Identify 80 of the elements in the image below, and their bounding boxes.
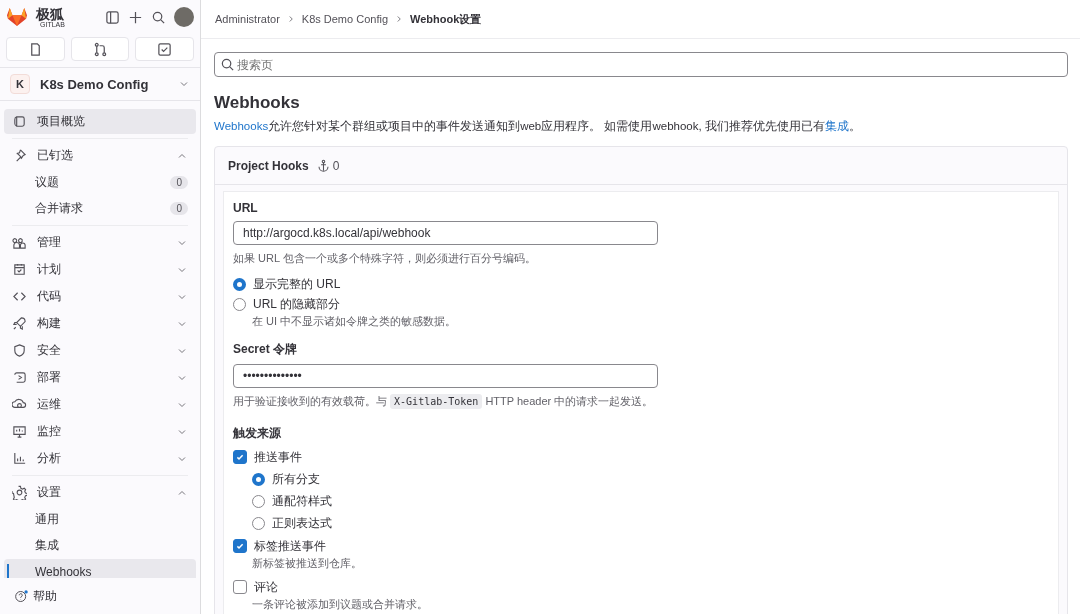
option-label: 所有分支	[272, 470, 320, 488]
checkbox[interactable]	[233, 539, 247, 553]
field-label: URL	[233, 201, 258, 215]
search-icon[interactable]	[151, 9, 166, 25]
help-text: 一条评论被添加到议题或合并请求。	[252, 597, 428, 612]
count-badge: 0	[170, 202, 188, 215]
nav-item[interactable]: 计划	[4, 257, 196, 282]
card-title: Project Hooks	[228, 158, 309, 173]
page-description: Webhooks允许您针对某个群组或项目中的事件发送通知到web应用程序。 如需使用webhook, 我们推荐优先使用已有集成。	[214, 119, 862, 134]
nav-item[interactable]: 监控	[4, 419, 196, 444]
breadcrumb-link[interactable]: K8s Demo Config	[301, 13, 388, 25]
project-avatar: K	[10, 74, 30, 94]
search-field[interactable]: 搜索页	[214, 52, 1068, 77]
avatar[interactable]	[174, 7, 194, 27]
checkbox[interactable]	[233, 580, 247, 594]
secret-input-field[interactable]: ••••••••••••••	[233, 364, 658, 388]
deploy-icon	[12, 370, 27, 385]
sidebar-toggle-icon[interactable]	[105, 9, 120, 25]
overview-icon	[12, 114, 27, 129]
nav-item[interactable]: 分析	[4, 446, 196, 471]
help-text: 在 UI 中不显示诸如令牌之类的敏感数据。	[252, 314, 457, 329]
help-text: 如果 URL 包含一个或多个特殊字符，则必须进行百分号编码。	[233, 251, 536, 266]
fox-logo-icon[interactable]	[6, 7, 28, 27]
nav-subitem[interactable]: Webhooks	[4, 559, 196, 578]
merge-request-icon	[92, 41, 108, 57]
hook-count: 0	[332, 158, 340, 173]
url-input-field[interactable]: http://argocd.k8s.local/api/webhook	[233, 221, 658, 245]
search-icon	[220, 57, 235, 72]
help-icon	[14, 588, 29, 604]
option-label: 评论	[254, 578, 278, 596]
chart-icon	[12, 451, 27, 466]
nav-subitem[interactable]: 议题 0	[4, 170, 196, 195]
option-label: 显示完整的 URL	[253, 275, 341, 293]
radio-button[interactable]	[233, 277, 246, 291]
anchor-icon	[316, 159, 330, 172]
section-label: 触发来源	[233, 425, 281, 442]
plus-icon[interactable]	[128, 9, 143, 25]
help-text: 新标签被推送到仓库。	[252, 556, 362, 571]
nav-subitem[interactable]: 通用	[4, 507, 196, 532]
brand-name: 极狐	[36, 6, 64, 21]
nav-subitem[interactable]: 合并请求 0	[4, 196, 196, 221]
nav-item[interactable]: 安全	[4, 338, 196, 363]
help-button[interactable]: 帮助	[0, 578, 200, 614]
nav-subitem[interactable]: 集成	[4, 533, 196, 558]
option-label: 推送事件	[254, 448, 302, 466]
checkbox[interactable]	[233, 450, 247, 464]
nav-item[interactable]: 代码	[4, 284, 196, 309]
merge-requests-button[interactable]	[70, 37, 130, 61]
nav-item[interactable]: 管理	[4, 230, 196, 255]
option-label: 正则表达式	[272, 514, 332, 532]
issues-button[interactable]	[6, 37, 65, 61]
shield-icon	[12, 343, 27, 358]
option-label: URL 的隐藏部分	[253, 295, 340, 313]
count-badge: 0	[170, 176, 188, 189]
breadcrumb-link[interactable]: Administrator	[215, 13, 280, 25]
users-icon	[12, 235, 27, 250]
nav-item[interactable]: 构建	[4, 311, 196, 336]
monitor-icon	[12, 424, 27, 439]
nav-item[interactable]: 部署	[4, 365, 196, 390]
radio-button[interactable]	[233, 297, 246, 311]
calendar-icon	[12, 262, 27, 277]
radio-button[interactable]	[252, 516, 265, 530]
nav-item[interactable]: 已钉选	[4, 143, 196, 168]
todo-button[interactable]	[135, 37, 194, 61]
nav-item[interactable]: 项目概览	[4, 109, 196, 134]
help-text: 用于验证接收到的有效载荷。与 X-Gitlab-Token HTTP header 中的请求一起发送。	[233, 394, 654, 409]
option-label: 标签推送事件	[254, 537, 326, 555]
link[interactable]: Webhooks	[214, 120, 269, 132]
field-label: Secret 令牌	[233, 341, 298, 358]
radio-button[interactable]	[252, 472, 265, 486]
checkbox-icon	[157, 41, 173, 57]
project-switcher[interactable]: K K8s Demo Config	[0, 67, 200, 101]
option-label: 通配符样式	[272, 492, 332, 510]
rocket-icon	[12, 316, 27, 331]
breadcrumb-link[interactable]: Webhook设置	[410, 11, 482, 27]
nav-item[interactable]: 运维	[4, 392, 196, 417]
nav-item[interactable]: 设置	[4, 480, 196, 505]
radio-button[interactable]	[252, 494, 265, 508]
page-title: Webhooks	[214, 93, 301, 113]
link[interactable]: 集成	[824, 120, 849, 132]
